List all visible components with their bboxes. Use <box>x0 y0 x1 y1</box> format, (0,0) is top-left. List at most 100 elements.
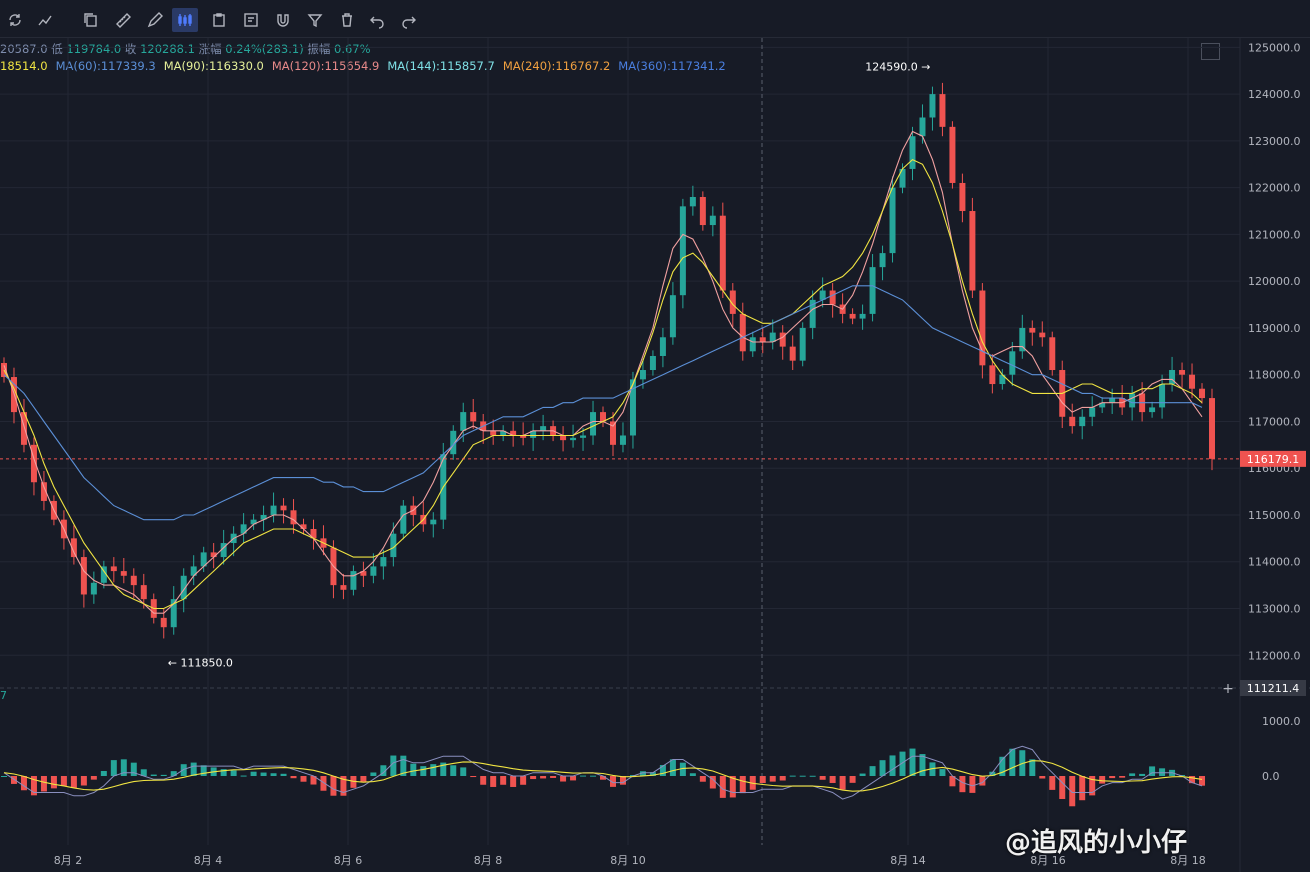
macd-histogram-bar <box>1199 776 1206 786</box>
macd-histogram-bar <box>480 776 487 785</box>
candle-body <box>430 519 437 525</box>
macd-histogram-bar <box>1009 748 1016 776</box>
macd-histogram-bar <box>170 771 177 776</box>
candlestick-chart[interactable]: 112000.0113000.0114000.0115000.0116000.0… <box>0 0 1310 872</box>
watermark: @追风的小小仔 <box>1005 828 1188 858</box>
macd-histogram-bar <box>1079 776 1086 801</box>
macd-histogram-bar <box>180 764 187 776</box>
macd-histogram-bar <box>1099 776 1106 784</box>
add-icon[interactable]: + <box>1222 681 1234 697</box>
candle-body <box>1089 407 1096 417</box>
macd-histogram-bar <box>869 766 876 776</box>
y-tick-label: 117000.0 <box>1248 415 1301 428</box>
macd-histogram-bar <box>50 776 57 789</box>
y-tick-label: 114000.0 <box>1248 556 1301 569</box>
candle-body <box>1179 370 1186 375</box>
candle-body <box>140 585 147 600</box>
macd-histogram-bar <box>1059 776 1066 799</box>
candle-body <box>580 435 587 438</box>
ma-line-ma7 <box>3 130 1203 614</box>
macd-histogram-bar <box>689 773 696 776</box>
macd-histogram-bar <box>110 760 117 776</box>
macd-histogram-bar <box>410 763 417 776</box>
macd-histogram-bar <box>939 769 946 776</box>
candle-body <box>1209 398 1215 459</box>
macd-histogram-bar <box>1109 776 1116 779</box>
macd-histogram-bar <box>520 776 527 785</box>
macd-histogram-bar <box>420 766 427 776</box>
candle-body <box>400 505 407 534</box>
candle-body <box>460 412 467 431</box>
candle-body <box>689 196 696 207</box>
macd-histogram-bar <box>739 776 746 794</box>
candle-body <box>1109 398 1116 403</box>
macd-histogram-bar <box>1039 776 1046 779</box>
macd-histogram-bar <box>240 775 247 777</box>
candle-body <box>879 253 886 268</box>
candle-body <box>90 582 97 595</box>
y-tick-label: 122000.0 <box>1248 182 1301 195</box>
candle-body <box>679 206 686 296</box>
candle-body <box>120 571 127 576</box>
macd-histogram-bar <box>879 760 886 776</box>
macd-histogram-bar <box>540 776 547 779</box>
candle-body <box>1049 337 1056 371</box>
x-tick-label: 8月 8 <box>474 854 503 867</box>
macd-histogram-bar <box>809 775 816 777</box>
candle-body <box>759 337 766 342</box>
candle-body <box>130 575 137 586</box>
macd-histogram-bar <box>150 774 157 776</box>
candle-body <box>1159 384 1166 408</box>
candle-body <box>659 337 666 356</box>
candle-body <box>929 94 936 118</box>
y-tick-label: 118000.0 <box>1248 369 1301 382</box>
macd-histogram-bar <box>1159 768 1166 776</box>
y-tick-label: 115000.0 <box>1248 509 1301 522</box>
macd-histogram-bar <box>100 770 107 776</box>
candle-body <box>110 566 117 572</box>
candle-body <box>649 355 656 371</box>
macd-histogram-bar <box>580 775 587 777</box>
macd-histogram-bar <box>80 776 87 786</box>
candle-body <box>719 215 726 291</box>
candle-body <box>639 370 646 380</box>
macd-histogram-bar <box>270 773 277 776</box>
candle-body <box>350 571 357 590</box>
macd-histogram-bar <box>849 776 856 783</box>
candle-body <box>709 215 716 226</box>
macd-histogram-bar <box>490 776 497 787</box>
y-tick-label: 124000.0 <box>1248 88 1301 101</box>
macd-histogram-bar <box>430 764 437 776</box>
candle-body <box>739 313 746 352</box>
macd-histogram-bar <box>40 776 47 792</box>
macd-histogram-bar <box>330 776 337 796</box>
candle-body <box>1029 327 1036 333</box>
candle-body <box>789 346 796 361</box>
candle-body <box>160 617 167 628</box>
macd-histogram-bar <box>260 772 267 776</box>
macd-histogram-bar <box>470 776 477 778</box>
candle-body <box>859 313 866 319</box>
macd-histogram-bar <box>130 762 137 776</box>
candle-body <box>370 566 377 576</box>
macd-histogram-bar <box>570 776 577 781</box>
candle-body <box>699 196 706 226</box>
macd-histogram-bar <box>959 776 966 793</box>
candle-body <box>470 412 477 422</box>
macd-histogram-bar <box>290 776 297 779</box>
candle-body <box>1039 332 1046 338</box>
high-price-label: 124590.0 → <box>865 61 930 74</box>
macd-histogram-bar <box>909 748 916 776</box>
macd-histogram-bar <box>450 765 457 776</box>
macd-histogram-bar <box>669 759 676 776</box>
macd-histogram-bar <box>859 773 866 776</box>
candle-body <box>1079 416 1086 427</box>
candle-body <box>829 290 836 305</box>
candle-body <box>979 290 986 366</box>
candle-body <box>799 327 806 361</box>
low-price-label: ← 111850.0 <box>168 656 233 669</box>
macd-histogram-bar <box>20 776 27 791</box>
macd-histogram-bar <box>250 771 257 776</box>
x-tick-label: 8月 6 <box>334 854 363 867</box>
macd-histogram-bar <box>500 776 507 785</box>
